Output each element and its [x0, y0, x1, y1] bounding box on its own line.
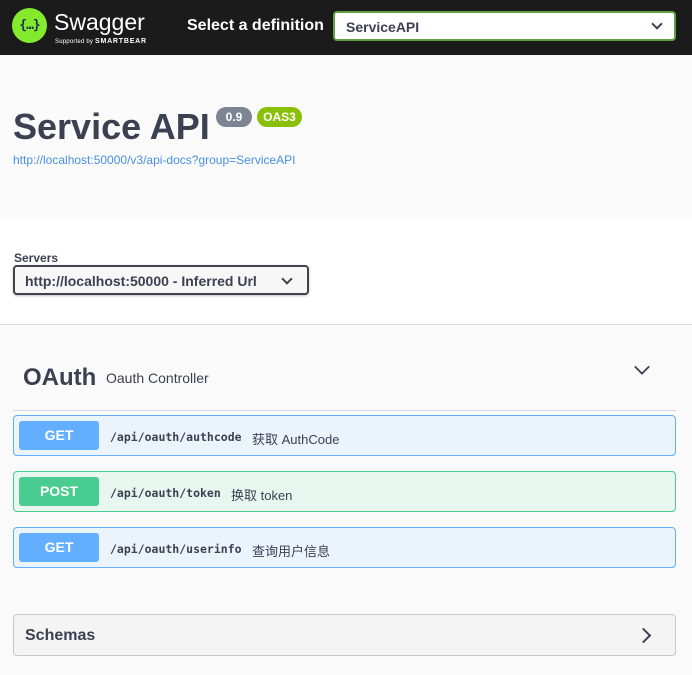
operation-summary: 换取 token [231, 488, 293, 503]
method-badge: GET [19, 421, 99, 450]
operation-get-userinfo[interactable]: GET /api/oauth/userinfo 查询用户信息 [13, 527, 676, 568]
definition-label: Select a definition [187, 17, 324, 34]
top-bar: {…} Swagger Supported by SMARTBEAR Selec… [0, 0, 692, 55]
oas-badge: OAS3 [257, 107, 302, 127]
operation-path: /api/oauth/userinfo [110, 542, 242, 556]
swagger-logo-glyph: {…} [19, 18, 40, 33]
api-info: Service API 0.9 OAS3 http://localhost:50… [0, 55, 692, 217]
api-docs-link[interactable]: http://localhost:50000/v3/api-docs?group… [13, 153, 296, 167]
method-badge: GET [19, 533, 99, 562]
chevron-down-icon [651, 18, 663, 30]
swagger-logo[interactable]: {…} Swagger Supported by SMARTBEAR [12, 8, 146, 48]
swagger-logo-text: Swagger [54, 9, 145, 35]
definition-select-value: ServiceAPI [346, 19, 420, 35]
swagger-logo-icon: {…} [12, 8, 47, 43]
tag-name: OAuth [23, 364, 97, 391]
servers-section: Servers http://localhost:50000 - Inferre… [0, 217, 692, 325]
operation-get-authcode[interactable]: GET /api/oauth/authcode 获取 AuthCode [13, 415, 676, 456]
swagger-logo-subtitle: Supported by SMARTBEAR [55, 38, 147, 45]
chevron-right-icon [635, 627, 652, 644]
logo-sub-brand: SMARTBEAR [94, 38, 147, 45]
chevron-down-icon[interactable] [633, 361, 651, 379]
server-select-value: http://localhost:50000 - Inferred Url [25, 273, 257, 289]
operation-path: /api/oauth/token [110, 486, 221, 500]
operation-summary: 查询用户信息 [252, 544, 331, 559]
page-title: Service API [13, 106, 210, 147]
operations-area: OAuth Oauth Controller GET /api/oauth/au… [0, 325, 692, 675]
servers-label: Servers [14, 251, 59, 265]
operation-summary: 获取 AuthCode [252, 432, 340, 447]
method-badge: POST [19, 477, 99, 506]
schemas-title: Schemas [25, 627, 96, 644]
schemas-section[interactable]: Schemas [13, 614, 676, 656]
tag-description: Oauth Controller [106, 370, 209, 386]
operation-post-token[interactable]: POST /api/oauth/token 换取 token [13, 471, 676, 512]
definition-select[interactable]: ServiceAPI [333, 11, 676, 41]
server-select[interactable]: http://localhost:50000 - Inferred Url [13, 265, 309, 295]
operation-path: /api/oauth/authcode [110, 430, 242, 444]
chevron-down-icon [281, 273, 293, 285]
version-badge: 0.9 [216, 107, 252, 127]
tag-header-oauth[interactable]: OAuth Oauth Controller [13, 325, 676, 411]
logo-sub-prefix: Supported by [55, 39, 95, 45]
